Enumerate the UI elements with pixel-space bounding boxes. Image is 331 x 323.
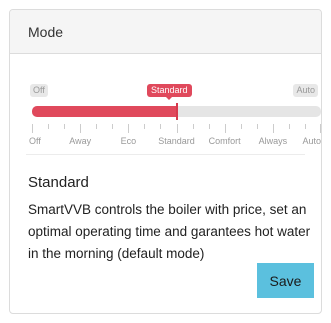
mode-panel: Mode Off Standard Auto Off Away Eco Standar… — [9, 9, 322, 314]
slider-step-label[interactable]: Away — [69, 136, 91, 146]
slider-minor-tick — [144, 124, 146, 129]
mode-description: SmartVVB controls the boiler with price,… — [28, 202, 311, 261]
slider-fill — [32, 106, 177, 117]
slider-min-label: Off — [30, 84, 48, 97]
slider-minor-tick — [48, 124, 50, 129]
slider-major-tick — [224, 124, 226, 133]
slider-step-label[interactable]: Standard — [158, 136, 195, 146]
slider-minor-tick — [256, 124, 258, 129]
slider-current-tag: Standard — [147, 84, 192, 100]
divider — [26, 154, 305, 155]
slider-step-label[interactable]: Always — [259, 136, 288, 146]
slider-major-tick — [272, 124, 274, 133]
slider-step-label[interactable]: Auto — [302, 136, 321, 146]
slider-minor-tick — [240, 124, 242, 129]
panel-header: Mode — [10, 10, 321, 54]
slider-minor-tick — [64, 124, 66, 129]
slider-tick-labels: Off Away Eco Standard Comfort Always Auto — [29, 136, 321, 148]
mode-slider[interactable]: Off Standard Auto Off Away Eco Standard Comf… — [10, 54, 321, 166]
slider-major-tick — [80, 124, 82, 133]
slider-ticks — [32, 124, 321, 134]
slider-handle[interactable] — [175, 103, 178, 120]
save-button[interactable]: Save — [257, 263, 314, 298]
slider-major-tick — [32, 124, 33, 133]
slider-minor-tick — [192, 124, 194, 129]
slider-minor-tick — [160, 124, 162, 129]
slider-major-tick — [128, 124, 130, 133]
slider-step-label[interactable]: Off — [29, 136, 41, 146]
slider-max-label: Auto — [293, 84, 318, 97]
panel-title: Mode — [28, 23, 64, 40]
slider-minor-tick — [208, 124, 210, 129]
slider-minor-tick — [112, 124, 114, 129]
slider-step-label[interactable]: Comfort — [209, 136, 241, 146]
mode-title: Standard — [28, 174, 89, 191]
slider-minor-tick — [288, 124, 290, 129]
slider-major-tick — [176, 124, 178, 133]
slider-step-label[interactable]: Eco — [121, 136, 137, 146]
slider-major-tick — [320, 124, 321, 133]
slider-minor-tick — [304, 124, 306, 129]
slider-minor-tick — [96, 124, 98, 129]
